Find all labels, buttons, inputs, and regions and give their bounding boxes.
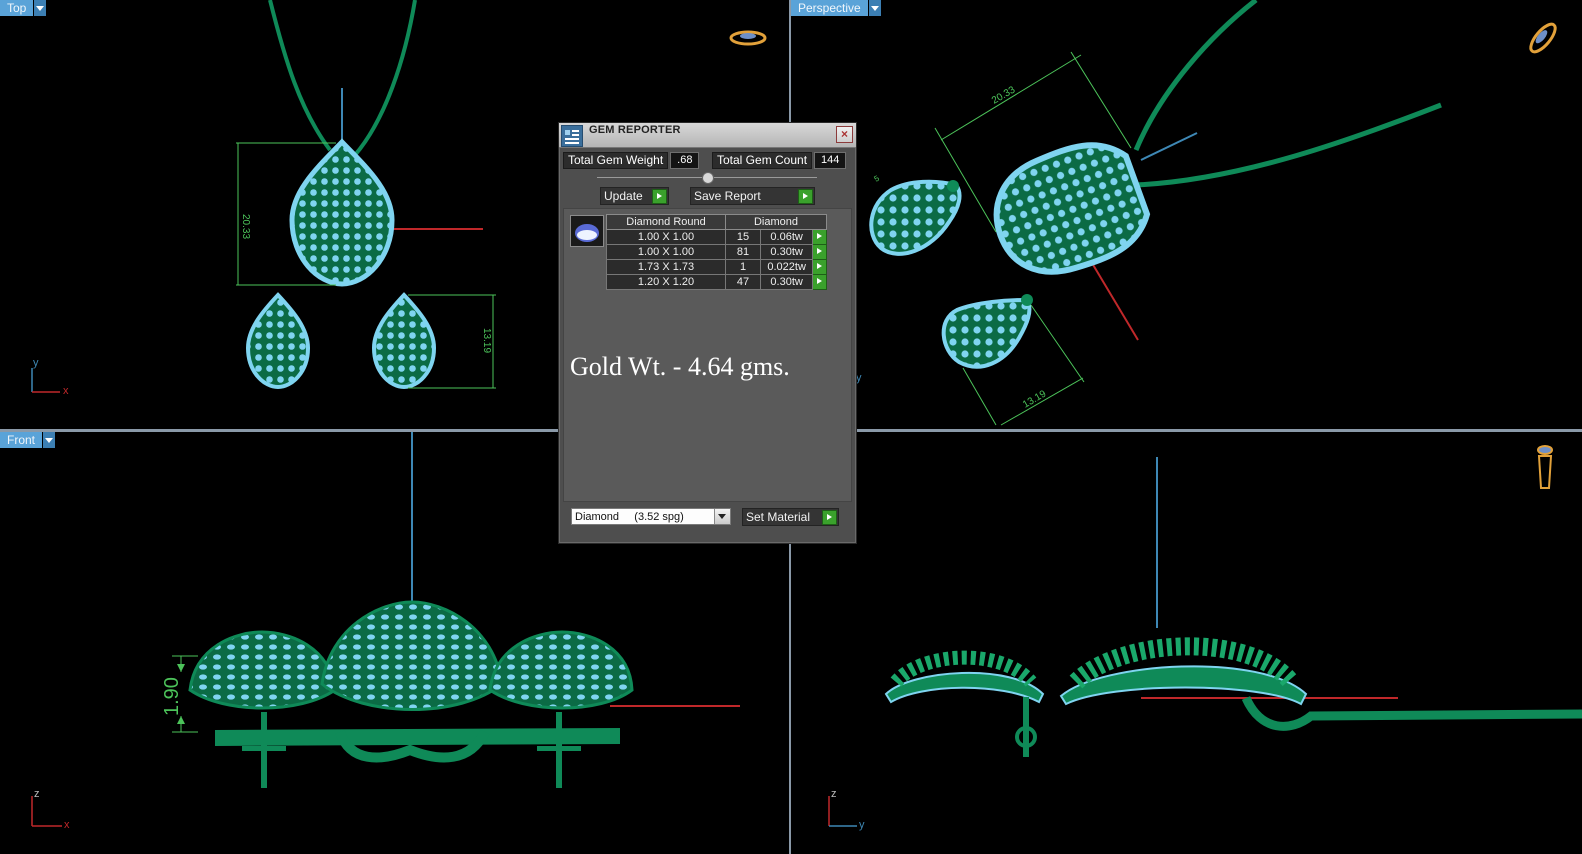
viewport-side[interactable]: z y <box>791 432 1582 854</box>
nav-ring-icon <box>1529 22 1557 54</box>
set-material-button[interactable]: Set Material <box>742 508 839 526</box>
dimension-label-top-earring: 13.19 <box>481 328 492 353</box>
gem-table-header-material: Diamond <box>725 214 827 230</box>
earring-post-left <box>947 180 959 192</box>
gem-weight: 0.06tw <box>760 229 814 245</box>
gem-weight: 0.022tw <box>760 259 814 275</box>
gem-count: 1 <box>724 259 762 275</box>
axis-label-y: y <box>33 357 39 369</box>
save-report-button[interactable]: Save Report <box>690 187 815 205</box>
chevron-down-icon[interactable] <box>714 509 730 524</box>
axis-label-z: z <box>831 788 837 800</box>
total-gem-weight-label: Total Gem Weight <box>563 152 669 169</box>
select-row-button[interactable] <box>812 244 827 260</box>
play-icon <box>798 189 813 204</box>
gem-count: 15 <box>724 229 762 245</box>
viewport-perspective-label: Perspective <box>791 0 868 16</box>
post-left-bar <box>242 746 286 751</box>
set-material-button-label: Set Material <box>746 510 811 524</box>
gem-reporter-titlebar[interactable]: GEM REPORTER × <box>559 123 856 148</box>
diamond-thumbnail-icon <box>570 215 604 247</box>
chain-back <box>1133 0 1258 151</box>
cluster-right <box>488 630 634 710</box>
cluster-left <box>188 630 337 710</box>
update-button[interactable]: Update <box>600 187 669 205</box>
update-button-label: Update <box>604 189 643 203</box>
material-select[interactable]: Diamond (3.52 spg) <box>571 508 731 525</box>
gem-count: 47 <box>724 274 762 290</box>
gem-table: Diamond Round Diamond 1.00 X 1.00 15 0.0… <box>606 214 827 290</box>
chevron-down-icon[interactable] <box>34 0 47 16</box>
save-report-button-label: Save Report <box>694 189 761 203</box>
earring-right <box>941 297 1032 369</box>
axis-label-x: x <box>63 385 69 397</box>
gem-weight: 0.30tw <box>760 244 814 260</box>
dimension-label-persp-earring: 13.19 <box>1021 388 1049 410</box>
gem-count: 81 <box>724 244 762 260</box>
gem-size: 1.00 X 1.00 <box>606 244 726 260</box>
dimension-label-front-height: 1.90 <box>161 677 183 716</box>
gem-size: 1.00 X 1.00 <box>606 229 726 245</box>
chain-front <box>1135 102 1442 188</box>
pendant-shape <box>993 142 1151 275</box>
separator-handle[interactable] <box>702 172 714 184</box>
chain-right <box>353 0 417 157</box>
axis-x-line <box>1088 257 1139 341</box>
post-right-bar <box>537 746 581 751</box>
viewport-perspective[interactable]: Perspective 20.33 13.19 5 y <box>791 0 1582 429</box>
table-row[interactable]: 1.00 X 1.00 15 0.06tw <box>606 229 827 245</box>
axis-label-z: z <box>34 788 40 800</box>
viewport-front-label: Front <box>0 432 43 448</box>
total-gem-count: Total Gem Count 144 <box>712 152 847 169</box>
dimension-arrow-bottom <box>177 716 185 724</box>
gem-reporter-title: GEM REPORTER <box>589 124 681 136</box>
table-row[interactable]: 1.73 X 1.73 1 0.022tw <box>606 259 827 275</box>
total-gem-weight: Total Gem Weight .68 <box>563 152 700 169</box>
earring-left <box>245 292 311 390</box>
table-row[interactable]: 1.20 X 1.20 47 0.30tw <box>606 274 827 290</box>
gem-table-header-shape: Diamond Round <box>606 214 726 230</box>
pendant-shape <box>289 138 395 287</box>
total-gem-count-value: 144 <box>814 152 847 169</box>
table-row[interactable]: 1.00 X 1.00 81 0.30tw <box>606 244 827 260</box>
total-gem-weight-value: .68 <box>670 152 700 169</box>
gem-reporter-icon <box>561 125 583 147</box>
gem-reporter-panel: GEM REPORTER × Total Gem Weight .68 Tota… <box>558 122 857 544</box>
gem-weight: 0.30tw <box>760 274 814 290</box>
earring-right <box>371 292 437 390</box>
dimension-mark-small: 5 <box>873 173 882 183</box>
viewport-top-menu[interactable]: Top <box>0 0 47 16</box>
axis-label-x: x <box>64 819 70 831</box>
axis-z-line <box>1140 132 1198 161</box>
play-icon <box>822 510 837 525</box>
gold-weight-annotation: Gold Wt. - 4.64 gms. <box>570 352 790 381</box>
chevron-down-icon[interactable] <box>43 432 56 448</box>
cluster-center <box>320 600 504 711</box>
viewport-front-menu[interactable]: Front <box>0 432 56 448</box>
material-select-value: Diamond (3.52 spg) <box>575 511 684 523</box>
nav-ring-icon <box>729 30 767 46</box>
chevron-down-icon[interactable] <box>868 0 881 16</box>
close-icon[interactable]: × <box>836 126 853 143</box>
select-row-button[interactable] <box>812 274 827 290</box>
side-view-scene: z y <box>828 445 1582 831</box>
dimension-label-top-length: 20.33 <box>240 214 251 239</box>
earring-post-right <box>1021 294 1033 306</box>
dimension-label-persp-length: 20.33 <box>990 84 1018 106</box>
viewport-perspective-menu[interactable]: Perspective <box>791 0 881 16</box>
earring-left <box>869 179 962 256</box>
gem-size: 1.20 X 1.20 <box>606 274 726 290</box>
dimension-arrow-top <box>177 664 185 672</box>
chain-left <box>268 0 332 152</box>
viewport-top-label: Top <box>0 0 34 16</box>
perspective-view-scene: 20.33 13.19 5 y <box>856 0 1557 426</box>
nav-ring-icon <box>1537 445 1553 489</box>
gem-size: 1.73 X 1.73 <box>606 259 726 275</box>
select-row-button[interactable] <box>812 229 827 245</box>
select-row-button[interactable] <box>812 259 827 275</box>
axis-label-y: y <box>859 819 865 831</box>
total-gem-count-label: Total Gem Count <box>712 152 813 169</box>
play-icon <box>652 189 667 204</box>
